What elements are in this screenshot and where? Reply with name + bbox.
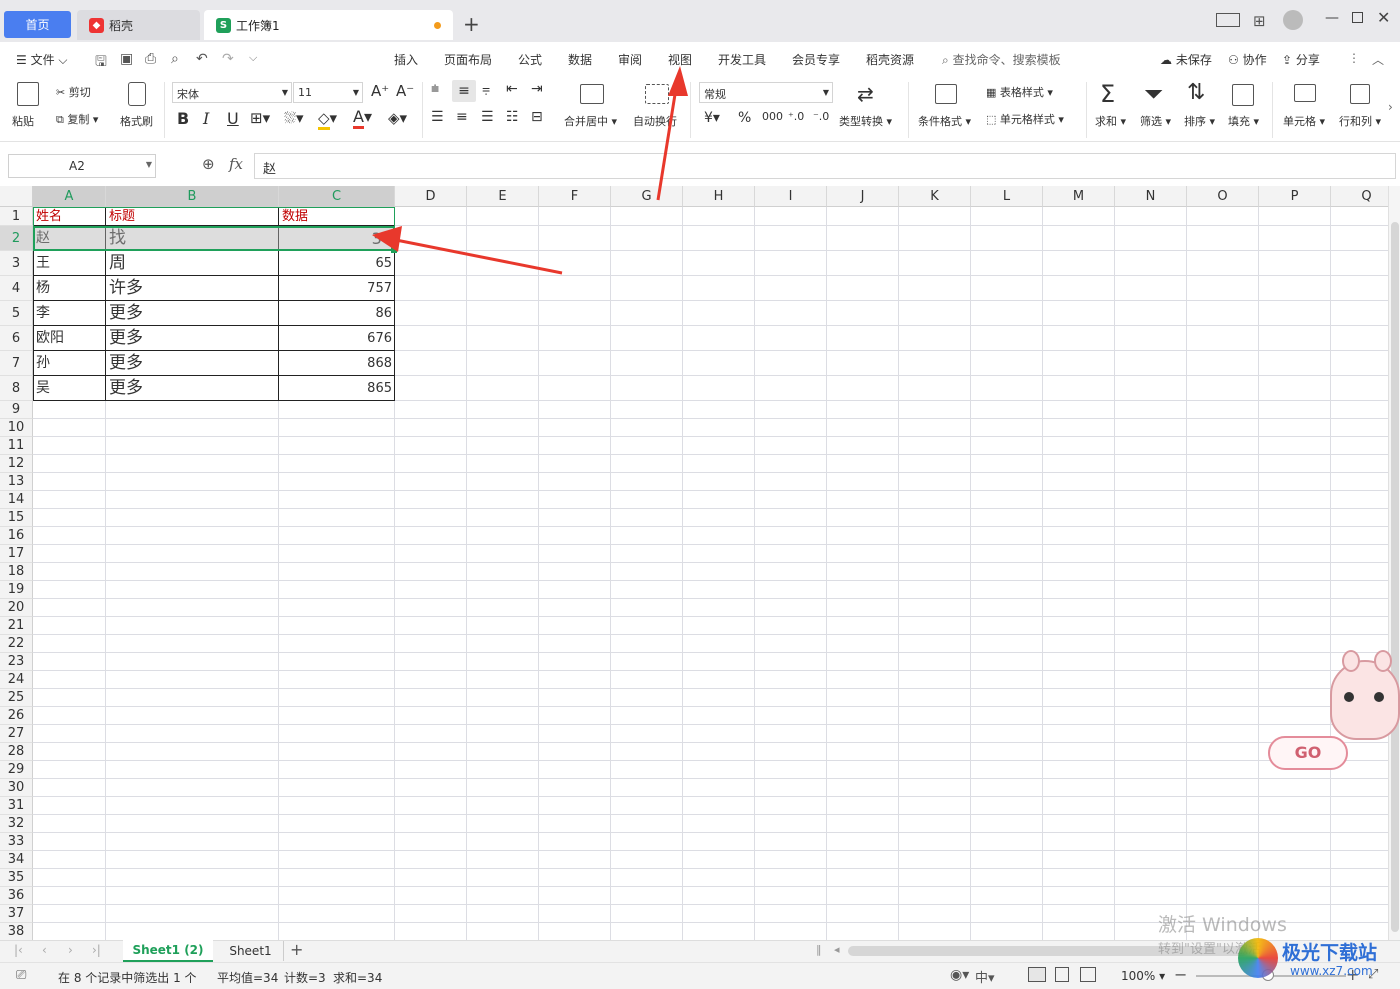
- page-layout-view-icon[interactable]: [1055, 967, 1069, 982]
- macro-record-icon[interactable]: ⎚: [16, 968, 26, 983]
- zoom-value: 100%: [1121, 969, 1156, 983]
- sheet-tab[interactable]: Sheet1: [218, 941, 284, 961]
- normal-view-icon[interactable]: [1028, 967, 1046, 982]
- annotation-arrows: [372, 66, 688, 275]
- page-break-view-icon[interactable]: [1080, 967, 1096, 982]
- average-stat: 平均值=34: [217, 971, 279, 985]
- arrow-head-view: [668, 66, 688, 96]
- site-watermark-name: 极光下载站: [1282, 942, 1378, 964]
- first-sheet-icon[interactable]: |‹: [14, 943, 23, 957]
- eye-protection-icon[interactable]: ◉▾: [950, 967, 969, 983]
- mascot-badge-icon: GO: [1268, 736, 1348, 770]
- zoom-out-icon[interactable]: −: [1174, 965, 1187, 984]
- sheet-tab-active[interactable]: Sheet1 (2): [123, 940, 213, 962]
- windows-activation-title: 激活 Windows: [1158, 914, 1287, 936]
- input-method-icon[interactable]: 中▾: [975, 967, 995, 986]
- add-sheet-icon[interactable]: +: [290, 940, 303, 959]
- arrow-to-cell: [395, 238, 563, 275]
- count-stat: 计数=3: [284, 971, 326, 985]
- next-sheet-icon[interactable]: ›: [68, 943, 73, 957]
- last-sheet-icon[interactable]: ›|: [92, 943, 101, 957]
- status-bar: ⎚ 在 8 个记录中筛选出 1 个 平均值=34 计数=3 求和=34 ◉▾ 中…: [0, 962, 1400, 989]
- filter-info: 在 8 个记录中筛选出 1 个: [58, 971, 197, 985]
- split-handle-icon[interactable]: ‖: [816, 943, 822, 956]
- prev-sheet-icon[interactable]: ‹: [42, 943, 47, 957]
- arrow-head-cell: [372, 226, 402, 252]
- site-watermark-url: www.xz7.com: [1290, 964, 1373, 978]
- site-logo-icon: [1238, 938, 1278, 978]
- zoom-level[interactable]: 100% ▾: [1121, 969, 1165, 983]
- arrow-to-view-tab: [656, 81, 679, 201]
- sum-stat: 求和=34: [333, 971, 383, 985]
- scroll-left-icon[interactable]: ◂: [834, 943, 840, 956]
- mascot-bunny-icon: [1330, 650, 1400, 740]
